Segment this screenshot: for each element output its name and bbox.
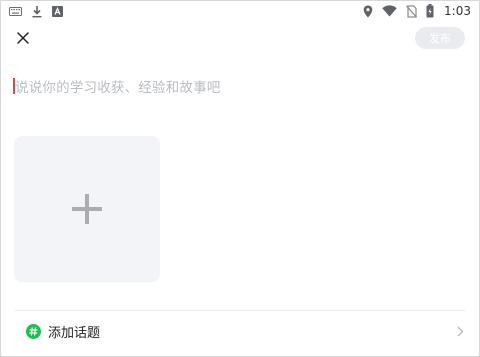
font-a-icon bbox=[52, 4, 63, 18]
status-bar-left bbox=[9, 4, 63, 18]
wifi-icon bbox=[382, 4, 397, 18]
plus-icon bbox=[72, 194, 102, 224]
location-icon bbox=[363, 4, 373, 18]
divider bbox=[14, 310, 466, 311]
battery-icon bbox=[426, 4, 434, 18]
post-composer-screen: 1:03 发布 说说你的学习收获、经验和故事吧 添加话题 bbox=[0, 0, 480, 357]
no-sim-icon bbox=[406, 4, 417, 18]
hashtag-icon bbox=[26, 323, 41, 339]
close-button[interactable] bbox=[13, 28, 33, 48]
add-topic-label: 添加话题 bbox=[48, 325, 101, 341]
add-image-button[interactable] bbox=[14, 136, 160, 282]
download-icon bbox=[31, 4, 43, 18]
chevron-right-icon bbox=[457, 326, 464, 337]
status-time: 1:03 bbox=[444, 4, 471, 18]
status-bar: 1:03 bbox=[1, 1, 479, 21]
status-bar-right: 1:03 bbox=[363, 4, 471, 18]
keyboard-icon bbox=[9, 4, 22, 18]
post-content-placeholder: 说说你的学习收获、经验和故事吧 bbox=[15, 80, 221, 96]
publish-button[interactable]: 发布 bbox=[415, 27, 465, 49]
post-content-input[interactable]: 说说你的学习收获、经验和故事吧 bbox=[13, 74, 453, 98]
close-icon bbox=[17, 32, 29, 44]
add-topic-row[interactable]: 添加话题 bbox=[14, 319, 466, 343]
